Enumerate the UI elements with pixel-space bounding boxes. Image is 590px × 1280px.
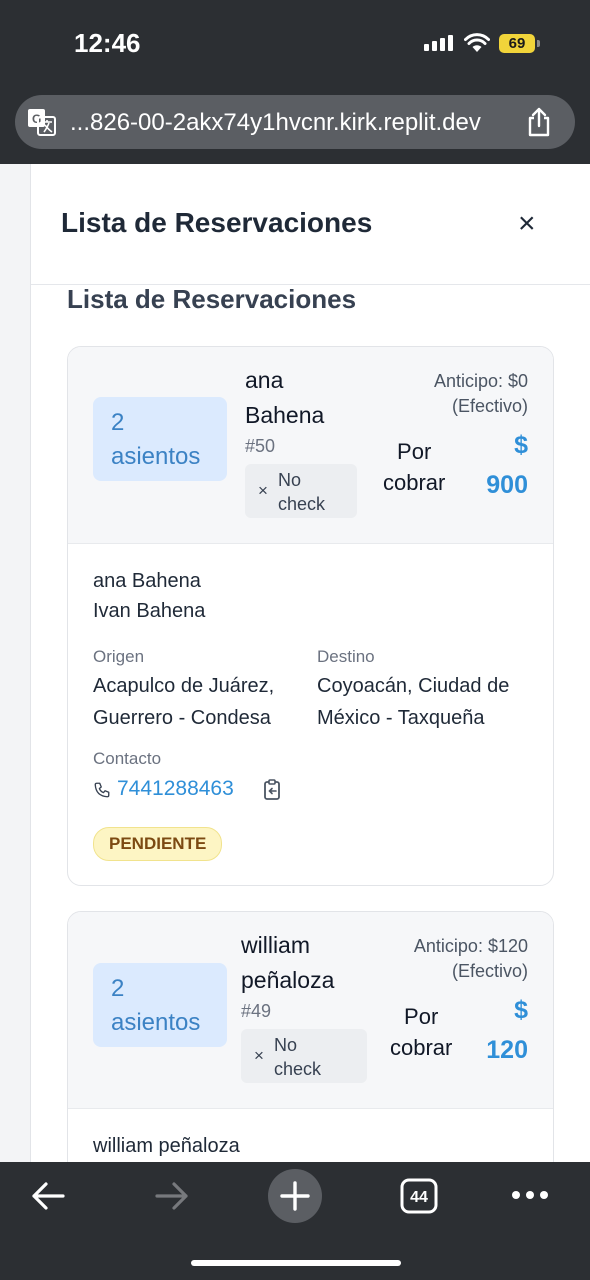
por-cobrar-line: cobrar [383,470,446,495]
phone-link[interactable]: 7441288463 [117,777,234,801]
reservation-card-header: 2 asientos william peñaloza #49 × No che… [68,912,553,1109]
signal-icon [424,35,453,51]
wifi-icon [464,33,490,52]
reservation-card[interactable]: 2 asientos ana Bahena #50 × No check Ant… [67,346,554,886]
passenger-name-line: peñaloza [241,967,335,993]
seats-badge: 2 asientos [93,963,227,1047]
amount-due: $ 900 [486,425,528,505]
passenger-name: ana Bahena [245,363,324,433]
status-bar: 12:46 69 [0,0,590,90]
passenger-name-line: Bahena [245,402,325,428]
por-cobrar-line: Por [404,1004,439,1029]
share-icon[interactable] [525,107,553,137]
seats-badge: 2 asientos [93,397,227,481]
passenger-name-line: ana [245,367,284,393]
address-bar[interactable]: G ...826-00-2akx74y1hvcnr.kirk.replit.de… [15,95,575,149]
status-badge: PENDIENTE [93,827,223,861]
seats-count: 2 [111,409,125,436]
passenger-list: ana Bahena Ivan Bahena [93,566,205,626]
anticipo-amount: Anticipo: $120 [413,936,528,956]
check-status-line: No [274,1035,298,1055]
url-text[interactable]: ...826-00-2akx74y1hvcnr.kirk.replit.dev [70,109,481,137]
passenger-name: william peñaloza [241,928,334,998]
copy-icon[interactable] [263,779,283,801]
currency-symbol: $ [514,431,528,459]
reservation-card[interactable]: 2 asientos william peñaloza #49 × No che… [67,911,554,1162]
tab-count: 44 [410,1189,428,1206]
phone-icon [94,782,110,798]
plus-icon[interactable] [267,1168,323,1224]
background-page-edge [0,164,31,1162]
forward-arrow-icon[interactable] [154,1181,190,1211]
por-cobrar-line: Por [397,439,432,464]
close-button[interactable]: × [518,209,536,239]
anticipo-text: Anticipo: $120 (Efectivo) [414,934,528,984]
destino-line: México - Taxqueña [317,707,485,729]
seats-count: 2 [111,975,125,1002]
reservation-card-header: 2 asientos ana Bahena #50 × No check Ant… [68,347,553,544]
check-status-line: check [274,1059,322,1079]
por-cobrar-label: Por cobrar [390,1001,452,1063]
passenger-item: ana Bahena [93,570,201,592]
anticipo-method: (Efectivo) [451,961,528,981]
section-title: Lista de Reservaciones [67,284,357,314]
seats-label: asientos [111,443,201,470]
translate-icon[interactable]: G [27,108,57,136]
amount-value: 900 [486,471,528,499]
reservation-id: #49 [241,1001,272,1021]
back-arrow-icon[interactable] [30,1181,66,1211]
x-icon: × [258,481,268,500]
passenger-list: william peñaloza [93,1131,240,1161]
origen-line: Acapulco de Juárez, [93,675,275,697]
anticipo-text: Anticipo: $0 (Efectivo) [434,369,528,419]
origen-value: Acapulco de Juárez, Guerrero - Condesa [93,670,274,734]
anticipo-method: (Efectivo) [451,396,528,416]
passenger-item: william peñaloza [93,1135,240,1157]
passenger-name-line: william [241,932,310,958]
contacto-label: Contacto [93,749,162,768]
amount-due: $ 120 [486,990,528,1070]
more-icon[interactable] [511,1190,549,1200]
destino-line: Coyoacán, Ciudad de [317,675,510,697]
destino-label: Destino [317,647,375,666]
anticipo-amount: Anticipo: $0 [433,371,528,391]
check-status-line: No [278,470,302,490]
amount-value: 120 [486,1036,528,1064]
origen-line: Guerrero - Condesa [93,707,271,729]
origen-label: Origen [93,647,145,666]
por-cobrar-line: cobrar [390,1035,453,1060]
tabs-icon[interactable]: 44 [400,1178,438,1214]
home-indicator [191,1260,401,1266]
passenger-item: Ivan Bahena [93,600,206,622]
check-status-chip[interactable]: × No check [241,1029,367,1083]
x-icon: × [254,1046,264,1065]
reservation-id: #50 [245,436,276,456]
svg-text:G: G [32,112,41,126]
check-status-line: check [278,494,326,514]
check-status-chip[interactable]: × No check [245,464,357,518]
battery-icon: 69 [499,34,540,53]
destino-value: Coyoacán, Ciudad de México - Taxqueña [317,670,509,734]
browser-toolbar: 44 [0,1162,590,1280]
por-cobrar-label: Por cobrar [383,436,445,498]
seats-label: asientos [111,1009,201,1036]
page-content: Lista de Reservaciones × Lista de Reserv… [0,164,590,1162]
modal-title: Lista de Reservaciones [61,207,373,238]
currency-symbol: $ [514,996,528,1024]
status-time: 12:46 [74,28,141,58]
